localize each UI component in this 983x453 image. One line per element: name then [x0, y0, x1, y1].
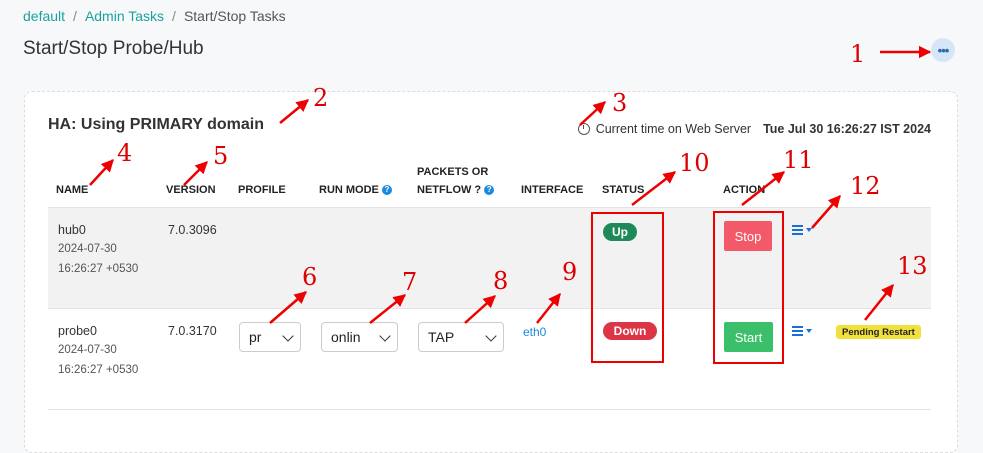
annotation-arrow: [279, 99, 309, 124]
annotation-arrow: [89, 159, 114, 186]
annotation-number: 13: [897, 252, 928, 280]
annotation-arrow: [631, 171, 676, 206]
annotation-number: 6: [302, 263, 318, 291]
annotation-number: 11: [783, 146, 814, 174]
annotation-number: 3: [612, 89, 628, 117]
annotation-number: 2: [313, 84, 329, 112]
annotation-arrow: [183, 161, 208, 186]
annotation-arrow: [864, 284, 894, 321]
annotation-number: 5: [213, 142, 229, 170]
annotation-number: 7: [402, 268, 418, 296]
annotation-arrow: [741, 171, 785, 206]
annotation-arrow: [269, 291, 307, 324]
annotation-number: 12: [850, 172, 881, 200]
annotation-arrow: [579, 101, 606, 126]
annotation-number: 8: [493, 267, 509, 295]
annotation-arrows: [89, 45, 932, 324]
annotation-arrow: [811, 195, 841, 229]
annotation-number: 4: [117, 139, 133, 167]
annotation-arrow: [464, 295, 496, 324]
annotation-number: 1: [850, 40, 866, 68]
annotation-arrow: [536, 293, 561, 324]
annotation-number: 10: [679, 149, 710, 177]
annotation-number: 9: [562, 258, 578, 286]
annotation-arrow: [369, 294, 406, 324]
